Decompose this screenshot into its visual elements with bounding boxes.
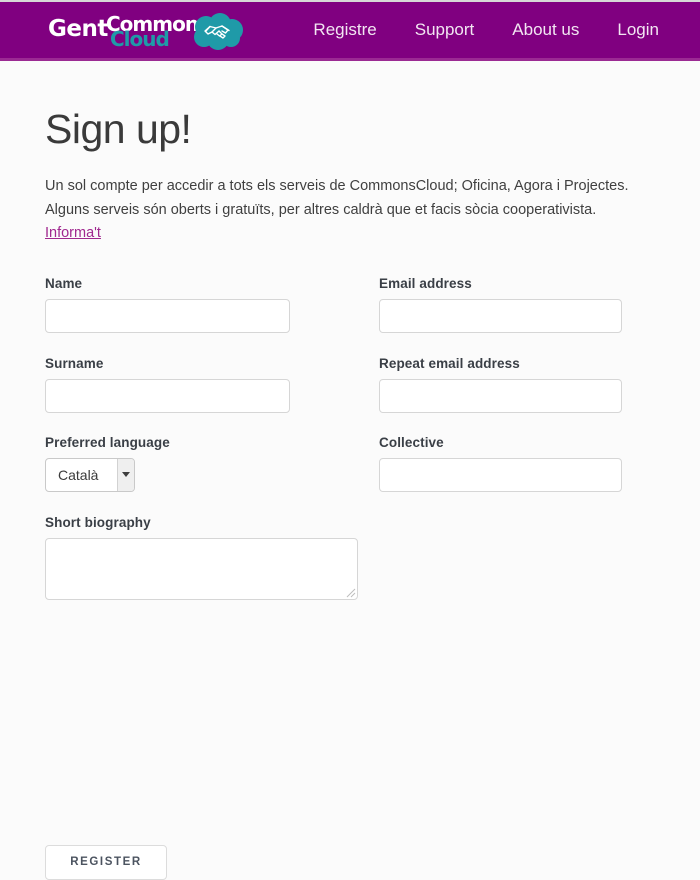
label-collective: Collective: [379, 434, 444, 450]
repeat-email-input[interactable]: [379, 378, 622, 413]
label-preferred-language: Preferred language: [45, 434, 170, 450]
preferred-language-select[interactable]: Català: [45, 457, 135, 492]
field-short-biography: Short biography: [45, 515, 358, 605]
page-title: Sign up!: [45, 106, 192, 152]
email-input[interactable]: [379, 298, 622, 333]
cloud-handshake-icon: [192, 13, 244, 51]
intro-line-2: Alguns serveis són oberts i gratuïts, pe…: [45, 201, 597, 218]
biography-textarea[interactable]: [45, 537, 358, 600]
label-name: Name: [45, 275, 83, 291]
nav-link-login[interactable]: Login: [598, 2, 678, 58]
label-repeat-email: Repeat email address: [379, 355, 520, 371]
brand-text-gent: Gent: [48, 16, 108, 42]
nav-link-support[interactable]: Support: [396, 2, 494, 58]
brand-text-cloud: Cloud: [110, 27, 170, 51]
label-surname: Surname: [45, 355, 104, 371]
signup-form: Name Email address Surname Repeat email …: [0, 270, 700, 880]
brand-logo[interactable]: Gent Commons Cloud: [48, 11, 248, 55]
field-preferred-language: Preferred language Català: [45, 435, 170, 492]
nav-link-registre[interactable]: Registre: [294, 2, 395, 58]
biography-textarea-wrap: [45, 537, 358, 600]
name-input[interactable]: [45, 298, 290, 333]
collective-input[interactable]: [379, 457, 622, 492]
field-surname: Surname: [45, 356, 290, 413]
primary-nav: Registre Support About us Login: [294, 2, 678, 58]
intro-line-1: Un sol compte per accedir a tots els ser…: [45, 178, 629, 195]
intro-paragraph: Un sol compte per accedir a tots els ser…: [0, 152, 645, 245]
field-collective: Collective: [379, 435, 622, 492]
label-short-biography: Short biography: [45, 514, 151, 530]
field-name: Name: [45, 276, 290, 333]
field-email: Email address: [379, 276, 622, 333]
informat-link[interactable]: Informa't: [45, 225, 101, 241]
nav-link-about-us[interactable]: About us: [493, 2, 598, 58]
field-repeat-email: Repeat email address: [379, 356, 622, 413]
label-email: Email address: [379, 275, 472, 291]
surname-input[interactable]: [45, 378, 290, 413]
top-navigation-bar: Gent Commons Cloud Registre Support Abou…: [0, 2, 700, 61]
register-button[interactable]: REGISTER: [45, 844, 167, 880]
chevron-down-icon[interactable]: [117, 458, 134, 491]
page-content: Sign up! Un sol compte per accedir a tot…: [0, 64, 700, 880]
